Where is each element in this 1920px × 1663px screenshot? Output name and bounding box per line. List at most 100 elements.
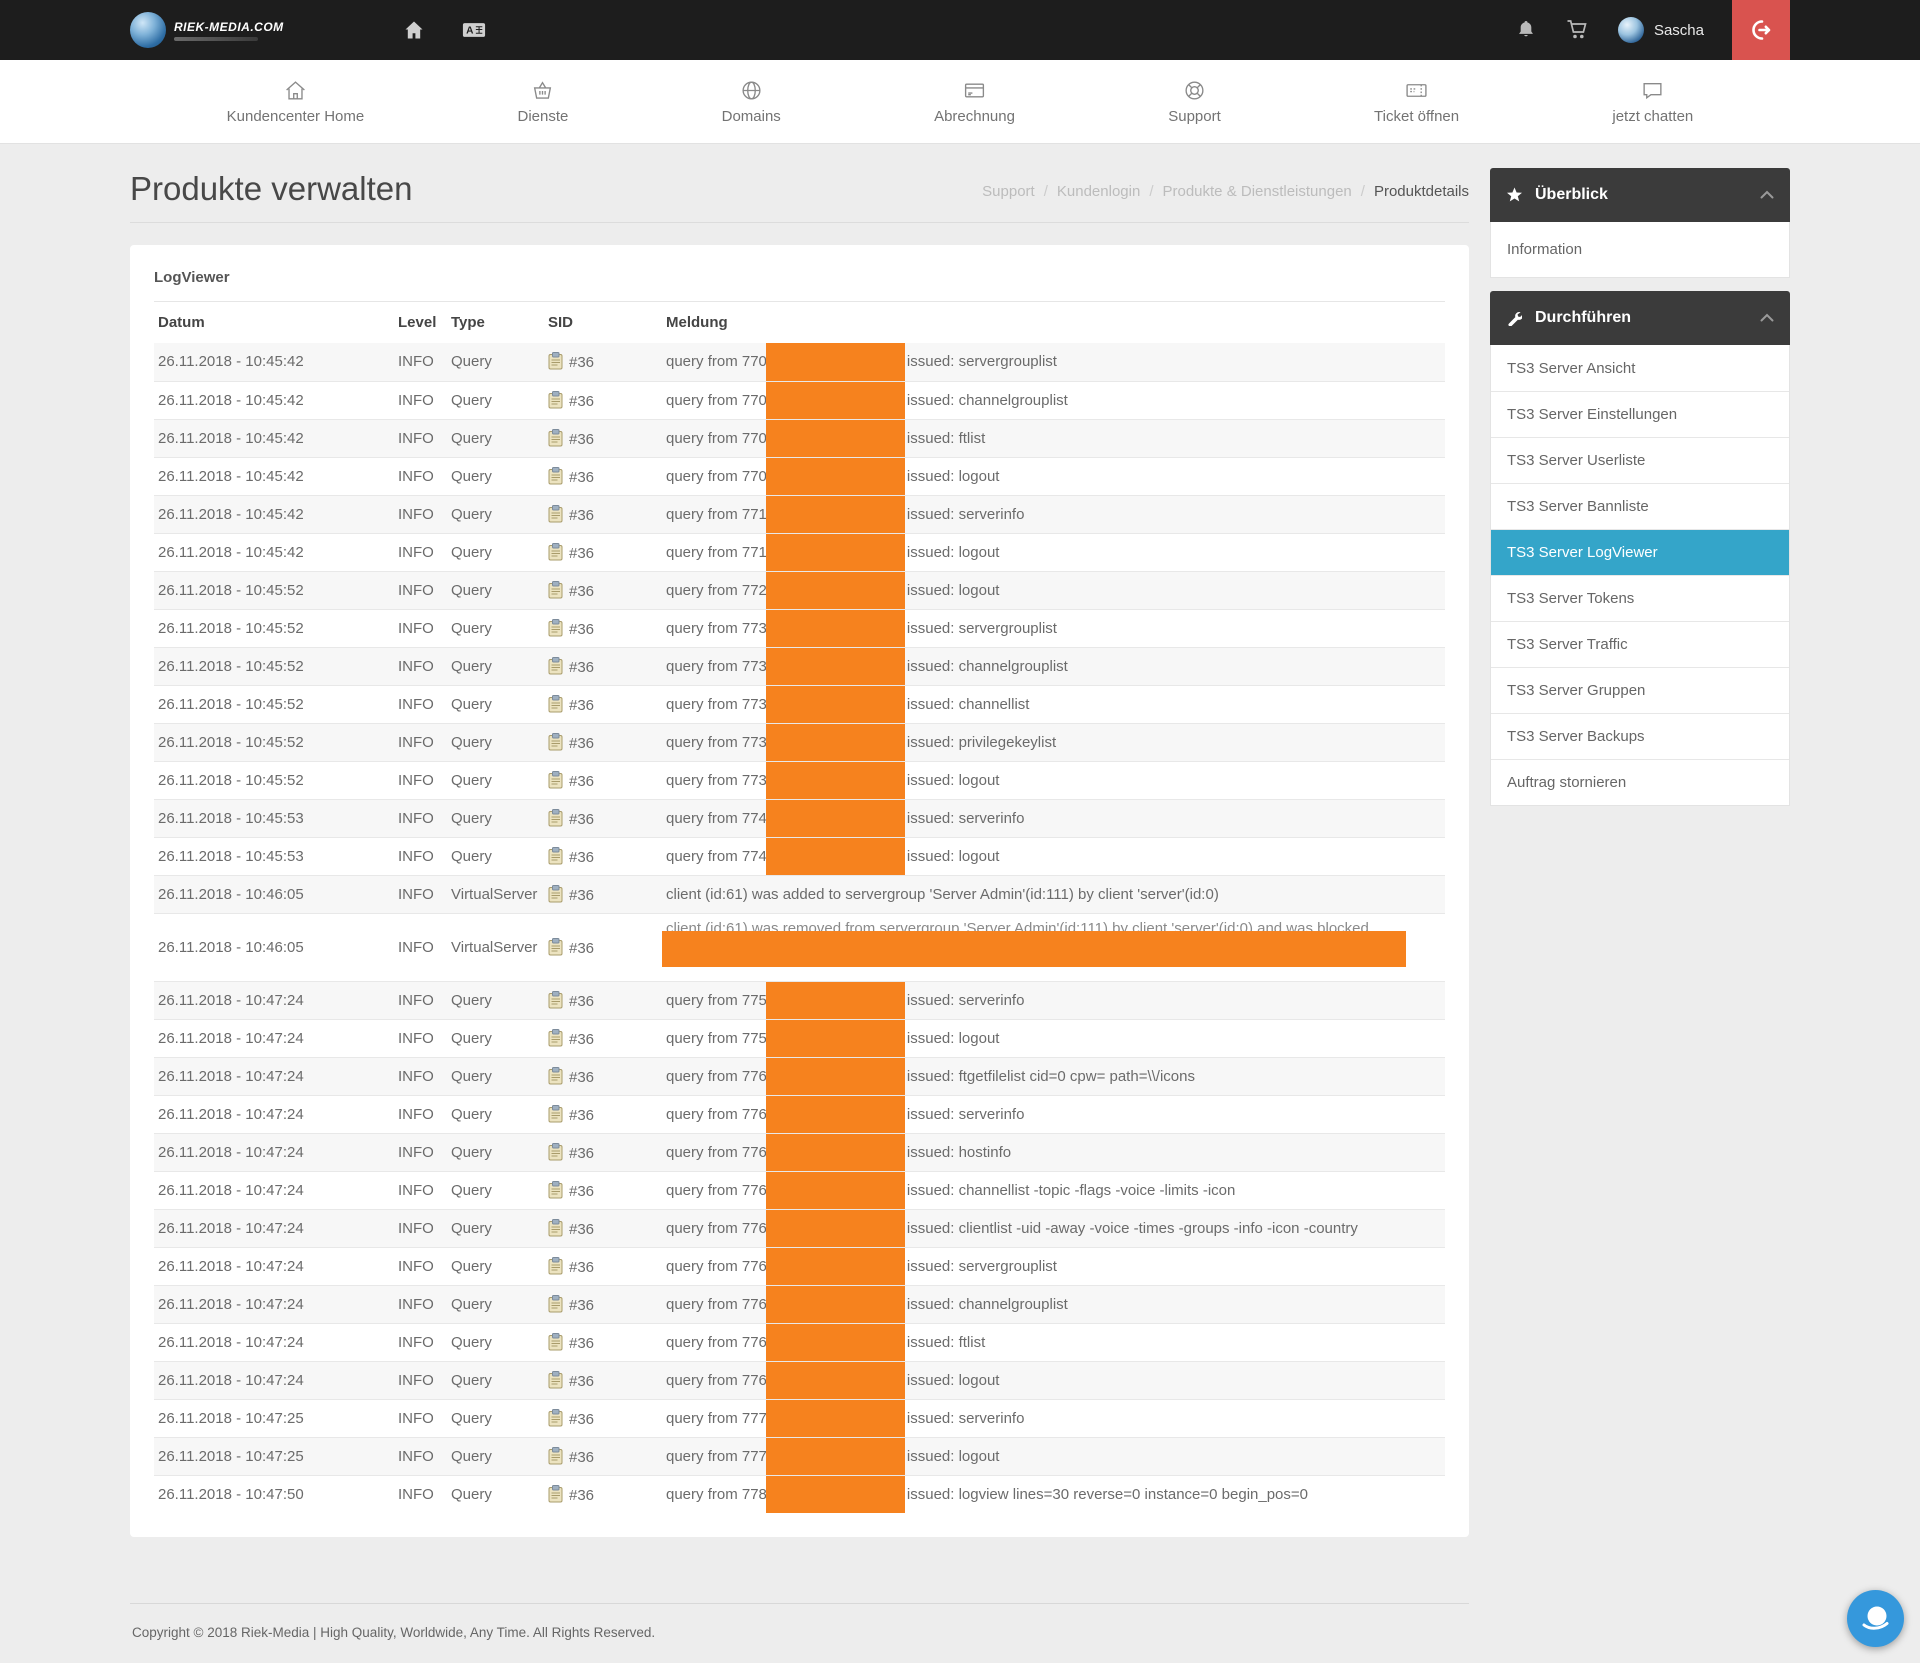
- redaction-overlay: [766, 837, 905, 875]
- subnav-item-abrechnung[interactable]: Abrechnung: [934, 79, 1015, 125]
- log-level: INFO: [394, 533, 447, 571]
- sidebar-item-auftrag-stornieren[interactable]: Auftrag stornieren: [1491, 759, 1789, 805]
- panel-header-durchfuehren[interactable]: Durchführen: [1490, 291, 1790, 345]
- table-row: 26.11.2018 - 10:45:52INFOQuery#36query f…: [154, 685, 1445, 723]
- cart-icon[interactable]: [1566, 19, 1590, 41]
- log-datum: 26.11.2018 - 10:45:42: [154, 457, 394, 495]
- log-level: INFO: [394, 1209, 447, 1247]
- log-sid: #36: [544, 1475, 662, 1513]
- life-ring-icon: [1183, 79, 1206, 102]
- sidebar-panel-durchfuehren: DurchführenTS3 Server AnsichtTS3 Server …: [1490, 291, 1790, 806]
- log-sid: #36: [544, 419, 662, 457]
- log-message: query from 770issued: ftlist: [662, 419, 1445, 457]
- table-header-row: DatumLevelTypeSIDMeldung: [154, 302, 1445, 343]
- log-message: query from 777issued: logout: [662, 1437, 1445, 1475]
- redaction-overlay: [766, 1057, 905, 1095]
- log-sid: #36: [544, 1437, 662, 1475]
- log-type: Query: [447, 1057, 544, 1095]
- redaction-overlay: [766, 1323, 905, 1361]
- table-row: 26.11.2018 - 10:45:53INFOQuery#36query f…: [154, 837, 1445, 875]
- redaction-overlay: [766, 685, 905, 723]
- log-datum: 26.11.2018 - 10:45:53: [154, 799, 394, 837]
- log-datum: 26.11.2018 - 10:45:53: [154, 837, 394, 875]
- sidebar-item-ts3-server-traffic[interactable]: TS3 Server Traffic: [1491, 621, 1789, 667]
- chat-icon: [1641, 79, 1664, 102]
- log-datum: 26.11.2018 - 10:47:25: [154, 1437, 394, 1475]
- sidebar-item-information[interactable]: Information: [1491, 222, 1789, 277]
- breadcrumb-item[interactable]: Kundenlogin: [1057, 183, 1140, 200]
- sidebar-item-ts3-server-ansicht[interactable]: TS3 Server Ansicht: [1491, 345, 1789, 391]
- chat-widget-button[interactable]: [1847, 1590, 1904, 1647]
- home-icon[interactable]: [402, 19, 426, 41]
- redaction-overlay: [766, 647, 905, 685]
- brand-logo[interactable]: RIEK-MEDIA.COM: [130, 12, 284, 48]
- log-level: INFO: [394, 799, 447, 837]
- log-type: Query: [447, 981, 544, 1019]
- clipboard-icon: [548, 1031, 569, 1048]
- log-datum: 26.11.2018 - 10:47:50: [154, 1475, 394, 1513]
- brand-tagline: [174, 37, 258, 41]
- log-type: Query: [447, 1323, 544, 1361]
- log-datum: 26.11.2018 - 10:46:05: [154, 875, 394, 913]
- subnav-item-support[interactable]: Support: [1168, 79, 1221, 125]
- log-datum: 26.11.2018 - 10:47:24: [154, 1209, 394, 1247]
- panel-header-ueberblick[interactable]: Überblick: [1490, 168, 1790, 222]
- log-level: INFO: [394, 875, 447, 913]
- sidebar-item-ts3-server-gruppen[interactable]: TS3 Server Gruppen: [1491, 667, 1789, 713]
- language-icon[interactable]: A: [462, 19, 486, 41]
- log-datum: 26.11.2018 - 10:47:24: [154, 1095, 394, 1133]
- redaction-overlay: [766, 381, 905, 419]
- sidebar-item-ts3-server-bannliste[interactable]: TS3 Server Bannliste: [1491, 483, 1789, 529]
- log-message: client (id:61) was removed from servergr…: [662, 913, 1445, 981]
- table-row: 26.11.2018 - 10:45:52INFOQuery#36query f…: [154, 609, 1445, 647]
- sidebar-item-ts3-server-userliste[interactable]: TS3 Server Userliste: [1491, 437, 1789, 483]
- subnav-item-ticket-oeffnen[interactable]: Ticket öffnen: [1374, 79, 1459, 125]
- redaction-overlay: [766, 1209, 905, 1247]
- log-level: INFO: [394, 1361, 447, 1399]
- sign-out-icon: [1749, 18, 1773, 42]
- subnav-item-jetzt-chatten[interactable]: jetzt chatten: [1612, 79, 1693, 125]
- table-row: 26.11.2018 - 10:45:42INFOQuery#36query f…: [154, 533, 1445, 571]
- table-row: 26.11.2018 - 10:45:52INFOQuery#36query f…: [154, 723, 1445, 761]
- breadcrumb-item[interactable]: Produkte & Dienstleistungen: [1162, 183, 1351, 200]
- breadcrumb-separator: /: [1149, 183, 1153, 200]
- logout-button[interactable]: [1732, 0, 1790, 60]
- sidebar-item-ts3-server-einstellungen[interactable]: TS3 Server Einstellungen: [1491, 391, 1789, 437]
- subnav-item-dienste[interactable]: Dienste: [517, 79, 568, 125]
- log-sid: #36: [544, 1209, 662, 1247]
- user-menu[interactable]: Sascha: [1618, 17, 1704, 43]
- clipboard-icon: [548, 354, 569, 371]
- log-type: Query: [447, 1209, 544, 1247]
- log-type: Query: [447, 647, 544, 685]
- sidebar-item-ts3-server-backups[interactable]: TS3 Server Backups: [1491, 713, 1789, 759]
- log-message: query from 775issued: logout: [662, 1019, 1445, 1057]
- subnav-item-kundencenter-home[interactable]: Kundencenter Home: [227, 79, 365, 125]
- log-sid: #36: [544, 571, 662, 609]
- log-datum: 26.11.2018 - 10:47:24: [154, 1323, 394, 1361]
- log-level: INFO: [394, 1323, 447, 1361]
- log-datum: 26.11.2018 - 10:46:05: [154, 913, 394, 981]
- log-message: query from 777issued: serverinfo: [662, 1399, 1445, 1437]
- log-type: VirtualServer: [447, 913, 544, 981]
- log-sid: #36: [544, 1057, 662, 1095]
- log-datum: 26.11.2018 - 10:45:52: [154, 647, 394, 685]
- sidebar-item-ts3-server-tokens[interactable]: TS3 Server Tokens: [1491, 575, 1789, 621]
- log-type: Query: [447, 685, 544, 723]
- clipboard-icon: [548, 773, 569, 790]
- table-row: 26.11.2018 - 10:47:24INFOQuery#36query f…: [154, 1247, 1445, 1285]
- clipboard-icon: [548, 393, 569, 410]
- log-message: query from 776issued: hostinfo: [662, 1133, 1445, 1171]
- sidebar: ÜberblickInformationDurchführenTS3 Serve…: [1490, 144, 1790, 1661]
- bell-icon[interactable]: [1514, 19, 1538, 41]
- clipboard-icon: [548, 507, 569, 524]
- subnav-item-domains[interactable]: Domains: [722, 79, 781, 125]
- log-sid: #36: [544, 1095, 662, 1133]
- log-level: INFO: [394, 1171, 447, 1209]
- log-message: query from 770issued: servergrouplist: [662, 343, 1445, 381]
- secondary-nav: Kundencenter Home Dienste Domains Abrechnun…: [0, 60, 1920, 144]
- breadcrumb-item[interactable]: Support: [982, 183, 1035, 200]
- sidebar-item-ts3-server-logviewer[interactable]: TS3 Server LogViewer: [1491, 529, 1789, 575]
- log-sid: #36: [544, 761, 662, 799]
- log-datum: 26.11.2018 - 10:45:42: [154, 419, 394, 457]
- redaction-overlay: [766, 1437, 905, 1475]
